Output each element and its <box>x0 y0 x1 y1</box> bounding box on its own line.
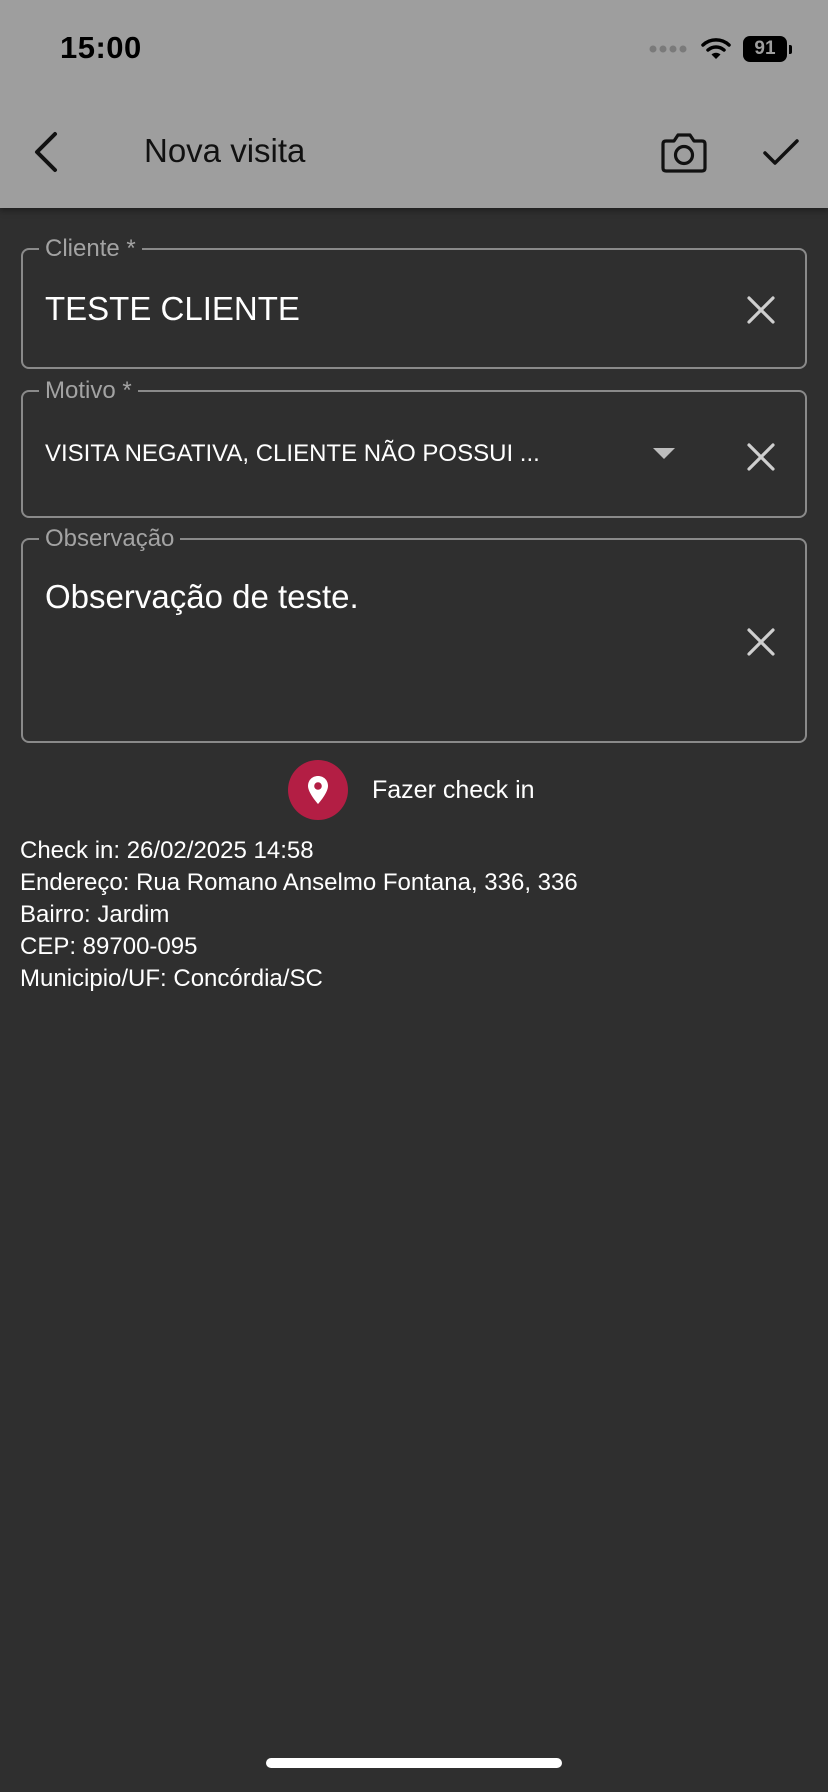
observacao-label: Observação <box>39 524 181 554</box>
clear-icon <box>747 296 775 324</box>
checkin-neighborhood: Bairro: Jardim <box>20 901 170 928</box>
cliente-field[interactable]: Cliente * TESTE CLIENTE <box>21 234 807 369</box>
home-indicator[interactable] <box>266 1758 562 1768</box>
checkin-pin-button[interactable] <box>288 760 348 820</box>
wifi-icon <box>701 38 731 59</box>
cliente-value[interactable]: TESTE CLIENTE <box>45 290 300 328</box>
save-check-button[interactable] <box>756 128 806 178</box>
clear-icon <box>747 443 775 471</box>
battery-body: 91 <box>743 36 787 62</box>
camera-button[interactable] <box>656 128 712 178</box>
page-title: Nova visita <box>144 132 306 169</box>
cliente-clear-button[interactable] <box>741 290 781 330</box>
observacao-field[interactable]: Observação Observação de teste. <box>21 524 807 743</box>
screen: 15:00 91 Nova visita Cliente * TESTE CLI… <box>0 0 828 1792</box>
checkin-address: Endereço: Rua Romano Anselmo Fontana, 33… <box>20 869 578 896</box>
motivo-clear-button[interactable] <box>741 437 781 477</box>
observacao-value[interactable]: Observação de teste. <box>45 578 359 616</box>
checkin-cep: CEP: 89700-095 <box>20 933 198 960</box>
signal-icon <box>649 45 687 53</box>
battery-level: 91 <box>754 38 776 59</box>
checkin-label[interactable]: Fazer check in <box>372 776 535 805</box>
checkin-details: Check in: 26/02/2025 14:58 Endereço: Rua… <box>20 835 578 995</box>
location-pin-icon <box>308 776 328 804</box>
battery-tip <box>789 44 792 54</box>
camera-icon <box>661 133 707 173</box>
checkin-datetime: Check in: 26/02/2025 14:58 <box>20 837 314 864</box>
cliente-label: Cliente * <box>39 234 142 264</box>
app-bar: 15:00 91 Nova visita <box>0 0 828 208</box>
observacao-clear-button[interactable] <box>741 622 781 662</box>
motivo-field[interactable]: Motivo * VISITA NEGATIVA, CLIENTE NÃO PO… <box>21 376 807 518</box>
checkmark-icon <box>763 139 799 165</box>
checkin-city-state: Municipio/UF: Concórdia/SC <box>20 965 323 992</box>
checkin-button[interactable]: Fazer check in <box>288 760 535 820</box>
clear-icon <box>747 628 775 656</box>
battery-icon: 91 <box>743 36 792 62</box>
status-icons: 91 <box>649 34 792 64</box>
dropdown-arrow-icon[interactable] <box>653 448 675 459</box>
motivo-value[interactable]: VISITA NEGATIVA, CLIENTE NÃO POSSUI ... <box>45 440 540 468</box>
status-time: 15:00 <box>60 30 142 65</box>
back-button[interactable] <box>22 124 70 180</box>
back-arrow-icon <box>35 132 57 172</box>
motivo-label: Motivo * <box>39 376 138 406</box>
